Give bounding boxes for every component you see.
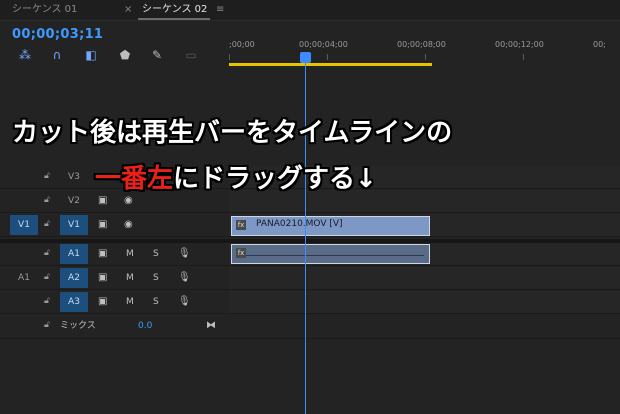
time-ruler[interactable]: ;00;00 00;00;04;00 00;00;08;00 00;00;12;…: [229, 34, 620, 66]
ruler-tick: [229, 54, 230, 60]
video-clip[interactable]: fx PANA0210.MOV [V]: [231, 216, 430, 236]
eye-icon[interactable]: ◉: [124, 218, 133, 232]
lock-icon[interactable]: 🔓︎: [44, 171, 52, 181]
playhead-line[interactable]: [305, 56, 306, 414]
mute-button[interactable]: M: [126, 271, 134, 285]
captions-icon[interactable]: ▭: [184, 48, 198, 62]
audio-volume-line[interactable]: [246, 255, 424, 256]
ruler-tick: [327, 54, 328, 60]
ruler-tick: [425, 54, 426, 60]
sync-lock-icon[interactable]: ▣: [98, 218, 107, 232]
fx-badge-icon: fx: [236, 220, 246, 230]
tab-sequence-01[interactable]: シーケンス 01: [12, 0, 77, 20]
wrench-icon[interactable]: ✎: [150, 48, 164, 62]
work-area-bar[interactable]: [229, 63, 432, 66]
mute-button[interactable]: M: [126, 247, 134, 261]
linked-selection-icon[interactable]: ∩: [50, 48, 64, 62]
sync-lock-icon[interactable]: ▣: [98, 271, 107, 285]
ruler-label: 00;: [593, 40, 606, 49]
track-name[interactable]: A3: [60, 292, 88, 312]
add-marker-icon[interactable]: ◧: [84, 48, 98, 62]
audio-clip[interactable]: fx: [231, 244, 430, 264]
mix-end-icon[interactable]: ⧓: [206, 319, 216, 333]
track-a3: 🔓︎ A3 ▣ M S 🎙︎: [0, 291, 620, 314]
ruler-label: ;00;00: [229, 40, 255, 49]
marker-icon[interactable]: ⬟: [118, 48, 132, 62]
sync-lock-icon[interactable]: ▣: [98, 247, 107, 261]
track-v2: 🔓︎ V2 ▣ ◉: [0, 190, 620, 213]
track-lane[interactable]: [229, 291, 620, 313]
panel-menu-icon[interactable]: ≡: [216, 0, 224, 20]
clip-label: PANA0210.MOV [V]: [256, 219, 343, 229]
track-name[interactable]: V1: [60, 215, 88, 235]
microphone-icon[interactable]: 🎙︎: [178, 271, 191, 285]
source-patch-a1[interactable]: A1: [10, 268, 38, 288]
sequence-tab-bar: シーケンス 01 × シーケンス 02 ≡: [0, 0, 620, 21]
track-name[interactable]: A1: [60, 244, 88, 264]
ruler-label: 00;00;08;00: [397, 40, 446, 49]
track-lane[interactable]: [229, 166, 620, 188]
lock-icon[interactable]: 🔓︎: [44, 272, 52, 282]
track-name[interactable]: A2: [60, 268, 88, 288]
solo-button[interactable]: S: [153, 295, 159, 309]
microphone-icon[interactable]: 🎙︎: [178, 295, 191, 309]
ruler-label: 00;00;04;00: [299, 40, 348, 49]
timecode-display[interactable]: 00;00;03;11: [12, 27, 103, 42]
track-name[interactable]: V3: [60, 167, 88, 187]
fx-badge-icon: fx: [236, 248, 246, 258]
snap-icon[interactable]: ⁂: [18, 48, 32, 62]
solo-button[interactable]: S: [153, 247, 159, 261]
track-lane[interactable]: [229, 267, 620, 289]
mute-button[interactable]: M: [126, 295, 134, 309]
tab-sequence-02[interactable]: シーケンス 02: [142, 0, 207, 20]
track-a2: A1 🔓︎ A2 ▣ M S 🎙︎: [0, 267, 620, 290]
ruler-tick: [523, 54, 524, 60]
lock-icon[interactable]: 🔓︎: [44, 296, 52, 306]
sync-lock-icon[interactable]: ▣: [98, 295, 107, 309]
track-v3: 🔓︎ V3: [0, 166, 620, 189]
mix-volume-value[interactable]: 0.0: [138, 319, 152, 333]
ruler-label: 00;00;12;00: [495, 40, 544, 49]
eye-icon[interactable]: ◉: [124, 194, 133, 208]
lock-icon[interactable]: 🔓︎: [44, 248, 52, 258]
source-patch-v1[interactable]: V1: [10, 215, 38, 235]
sync-lock-icon[interactable]: ▣: [98, 194, 107, 208]
close-icon[interactable]: ×: [124, 0, 132, 20]
lock-icon[interactable]: 🔓︎: [44, 320, 52, 330]
playhead-handle[interactable]: [300, 52, 311, 63]
active-tab-underline: [138, 18, 210, 20]
microphone-icon[interactable]: 🎙︎: [178, 247, 191, 261]
track-mix: 🔓︎ ミックス 0.0 ⧓: [0, 314, 620, 339]
track-lane[interactable]: [229, 190, 620, 212]
lock-icon[interactable]: 🔓︎: [44, 195, 52, 205]
track-name[interactable]: V2: [60, 191, 88, 211]
solo-button[interactable]: S: [153, 271, 159, 285]
mix-label: ミックス: [60, 321, 96, 331]
lock-icon[interactable]: 🔓︎: [44, 219, 52, 229]
